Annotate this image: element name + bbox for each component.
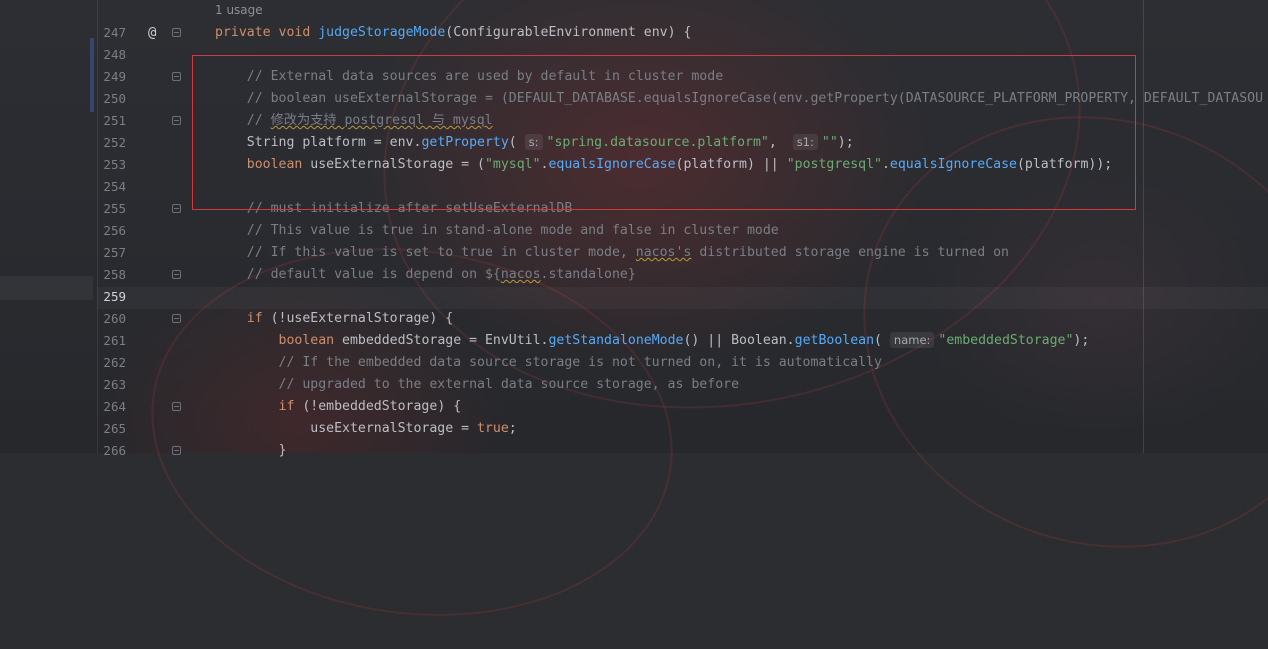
code-token: // This value is true in stand-alone mod… [215, 223, 779, 238]
line-number[interactable]: 251 [100, 110, 126, 132]
line-number[interactable]: 253 [100, 154, 126, 176]
fold-toggle-icon[interactable] [172, 28, 181, 37]
code-text[interactable]: useExternalStorage = true; [215, 418, 517, 440]
code-line[interactable]: 266 } [0, 440, 1268, 462]
code-text[interactable]: // default value is depend on ${nacos.st… [215, 264, 636, 286]
code-line[interactable]: 261 boolean embeddedStorage = EnvUtil.ge… [0, 330, 1268, 352]
fold-toggle-icon[interactable] [172, 72, 181, 81]
code-line[interactable]: 247 @ private void judgeStorageMode(Config… [0, 22, 1268, 44]
code-token: ); [1073, 333, 1090, 348]
fold-toggle-icon[interactable] [172, 204, 181, 213]
code-token: ( [874, 333, 890, 348]
line-number[interactable]: 259 [100, 286, 126, 308]
code-token: getStandaloneMode [548, 333, 684, 348]
line-number[interactable]: 250 [100, 88, 126, 110]
line-number[interactable]: 254 [100, 176, 126, 198]
code-token: () || Boolean. [683, 333, 795, 348]
code-token: ; [508, 421, 517, 436]
code-text[interactable]: // If the embedded data source storage i… [215, 352, 882, 374]
line-number[interactable]: 265 [100, 418, 126, 440]
line-number[interactable]: 258 [100, 264, 126, 286]
fold-toggle-icon[interactable] [172, 116, 181, 125]
code-text[interactable]: boolean embeddedStorage = EnvUtil.getSta… [215, 330, 1089, 352]
code-text[interactable]: } [215, 440, 287, 462]
code-token: judgeStorageMode [318, 25, 446, 40]
line-number[interactable]: 260 [100, 308, 126, 330]
fold-toggle-icon[interactable] [172, 314, 181, 323]
line-number[interactable]: 249 [100, 66, 126, 88]
code-text[interactable]: // If this value is set to true in clust… [215, 242, 1009, 264]
implementation-marker-icon[interactable]: @ [148, 22, 156, 44]
code-token: distributed storage engine is turned on [691, 245, 1009, 260]
line-number[interactable]: 264 [100, 396, 126, 418]
line-number[interactable]: 247 [100, 22, 126, 44]
code-token: // If this value is set to true in clust… [215, 245, 636, 260]
fold-toggle-icon[interactable] [172, 402, 181, 411]
code-line[interactable]: 265 useExternalStorage = true; [0, 418, 1268, 440]
code-token: private [215, 25, 279, 40]
code-token: .standalone} [540, 267, 636, 282]
line-number[interactable]: 262 [100, 352, 126, 374]
code-token: "embeddedStorage" [938, 333, 1074, 348]
code-token: useExternalStorage = [215, 421, 478, 436]
line-number[interactable]: 261 [100, 330, 126, 352]
code-text[interactable]: // This value is true in stand-alone mod… [215, 220, 779, 242]
code-text[interactable]: if (!embeddedStorage) { [215, 396, 462, 418]
code-line[interactable]: 260 if (!useExternalStorage) { [0, 308, 1268, 330]
code-token: } [215, 443, 287, 458]
code-text[interactable]: private void judgeStorageMode(Configurab… [215, 22, 691, 44]
code-text[interactable]: if (!useExternalStorage) { [215, 308, 453, 330]
line-number[interactable]: 256 [100, 220, 126, 242]
usage-inlay-hint[interactable]: 1 usage [215, 3, 263, 17]
code-line[interactable]: 256 // This value is true in stand-alone… [0, 220, 1268, 242]
code-line[interactable]: 264 if (!embeddedStorage) { [0, 396, 1268, 418]
code-token: getBoolean [794, 333, 875, 348]
code-token: (!embeddedStorage) { [302, 399, 462, 414]
fold-toggle-icon[interactable] [172, 270, 181, 279]
code-line[interactable]: 257 // If this value is set to true in c… [0, 242, 1268, 264]
code-token: embeddedStorage = EnvUtil. [342, 333, 549, 348]
fold-toggle-icon[interactable] [172, 446, 181, 455]
code-token: (!useExternalStorage) { [270, 311, 454, 326]
annotation-red-box [192, 55, 1136, 210]
code-token: boolean [215, 333, 343, 348]
code-token: if [215, 399, 303, 414]
line-number[interactable]: 257 [100, 242, 126, 264]
line-number[interactable]: 266 [100, 440, 126, 462]
code-line[interactable]: 258 // default value is depend on ${naco… [0, 264, 1268, 286]
code-token: // default value is depend on ${ [215, 267, 501, 282]
code-token: void [278, 25, 319, 40]
code-token: true [477, 421, 509, 436]
code-line[interactable]: 262 // If the embedded data source stora… [0, 352, 1268, 374]
code-token: (ConfigurableEnvironment [445, 25, 644, 40]
parameter-hint: name: [889, 332, 935, 348]
line-number[interactable]: 252 [100, 132, 126, 154]
code-token: if [215, 311, 271, 326]
line-number[interactable]: 263 [100, 374, 126, 396]
code-line[interactable]: 259 [0, 286, 1268, 308]
code-line[interactable]: 263 // upgraded to the external data sou… [0, 374, 1268, 396]
code-token: // If the embedded data source storage i… [215, 355, 882, 370]
code-text[interactable]: // upgraded to the external data source … [215, 374, 740, 396]
line-number[interactable]: 255 [100, 198, 126, 220]
typo-highlight: nacos's [635, 245, 692, 260]
typo-highlight: nacos [500, 267, 541, 282]
code-token: env) { [643, 25, 692, 40]
line-number[interactable]: 248 [100, 44, 126, 66]
code-token: // upgraded to the external data source … [215, 377, 740, 392]
